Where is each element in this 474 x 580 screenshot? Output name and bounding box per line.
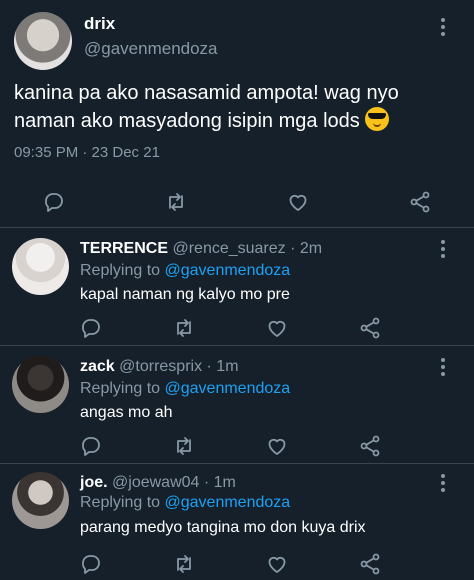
share-icon[interactable]	[358, 316, 382, 340]
avatar[interactable]	[12, 472, 69, 529]
share-icon[interactable]	[408, 190, 432, 214]
reply-icon[interactable]	[79, 552, 103, 576]
retweet-icon[interactable]	[172, 316, 196, 340]
replying-to: Replying to @gavenmendoza	[80, 262, 290, 280]
reply-text: kapal naman ng kalyo mo pre	[80, 286, 290, 303]
display-name[interactable]: zack	[80, 358, 115, 375]
retweet-icon[interactable]	[172, 552, 196, 576]
mention-link[interactable]: @gavenmendoza	[165, 380, 291, 397]
reply-text: parang medyo tangina mo don kuya drix	[80, 519, 366, 536]
reply-tweet[interactable]: zack @torresprix · 1m Replying to @gaven…	[0, 346, 474, 464]
avatar[interactable]	[12, 356, 69, 413]
replying-label: Replying to	[80, 494, 161, 511]
action-bar	[0, 552, 474, 576]
share-icon[interactable]	[358, 434, 382, 458]
like-icon[interactable]	[265, 316, 289, 340]
reply-tweet[interactable]: TERRENCE @rence_suarez · 2m Replying to …	[0, 228, 474, 346]
display-name[interactable]: drix	[84, 14, 115, 34]
reply-header: joe. @joewaw04 · 1m	[80, 474, 236, 492]
reply-icon[interactable]	[42, 190, 66, 214]
share-icon[interactable]	[358, 552, 382, 576]
handle[interactable]: @rence_suarez	[172, 240, 285, 257]
timestamp[interactable]: 09:35 PM · 23 Dec 21	[14, 144, 160, 161]
more-options-icon[interactable]	[440, 474, 446, 492]
mention-link[interactable]: @gavenmendoza	[165, 262, 291, 279]
like-icon[interactable]	[265, 552, 289, 576]
retweet-icon[interactable]	[172, 434, 196, 458]
more-options-icon[interactable]	[440, 240, 446, 258]
retweet-icon[interactable]	[164, 190, 188, 214]
sunglasses-emoji-icon	[365, 107, 390, 131]
handle[interactable]: @torresprix	[119, 358, 202, 375]
reply-text: angas mo ah	[80, 404, 173, 421]
action-bar	[0, 316, 474, 340]
replying-label: Replying to	[80, 380, 161, 397]
replying-to: Replying to @gavenmendoza	[80, 494, 290, 512]
action-bar	[0, 434, 474, 458]
display-name[interactable]: TERRENCE	[80, 240, 168, 257]
action-bar	[0, 190, 474, 214]
reply-icon[interactable]	[79, 434, 103, 458]
main-tweet: drix @gavenmendoza kanina pa ako nasasam…	[0, 0, 474, 228]
handle[interactable]: @joewaw04	[112, 474, 199, 491]
like-icon[interactable]	[265, 434, 289, 458]
avatar[interactable]	[12, 238, 69, 295]
reply-icon[interactable]	[79, 316, 103, 340]
more-options-icon[interactable]	[440, 358, 446, 376]
relative-time: · 1m	[203, 474, 236, 491]
reply-header: zack @torresprix · 1m	[80, 358, 239, 376]
replying-to: Replying to @gavenmendoza	[80, 380, 290, 398]
more-options-icon[interactable]	[440, 18, 446, 36]
reply-header: TERRENCE @rence_suarez · 2m	[80, 240, 322, 258]
display-name[interactable]: joe.	[80, 474, 108, 491]
like-icon[interactable]	[286, 190, 310, 214]
replying-label: Replying to	[80, 262, 161, 279]
relative-time: · 2m	[290, 240, 323, 257]
tweet-text-body: kanina pa ako nasasamid ampota! wag nyo …	[14, 82, 399, 132]
mention-link[interactable]: @gavenmendoza	[165, 494, 291, 511]
tweet-text: kanina pa ako nasasamid ampota! wag nyo …	[14, 80, 454, 135]
handle[interactable]: @gavenmendoza	[84, 39, 218, 59]
relative-time: · 1m	[206, 358, 239, 375]
avatar[interactable]	[14, 12, 72, 70]
reply-tweet[interactable]: joe. @joewaw04 · 1m Replying to @gavenme…	[0, 464, 474, 580]
